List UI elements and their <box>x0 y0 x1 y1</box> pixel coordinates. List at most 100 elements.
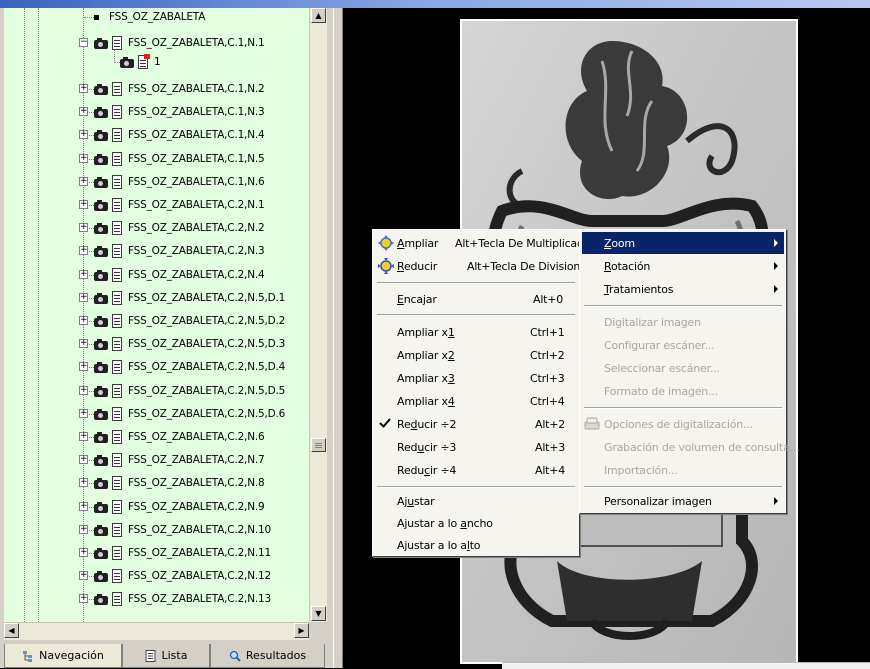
tree-node[interactable]: FSS_OZ_ZABALETA,C.2,N.5,D.1 <box>94 287 285 309</box>
tree-node[interactable]: FSS_OZ_ZABALETA,C.1,N.2 <box>94 78 265 100</box>
menu-item-formato-imagen[interactable]: Formato de imagen... <box>582 380 784 402</box>
expand-toggle[interactable]: + <box>79 154 88 163</box>
expand-toggle[interactable]: + <box>79 107 88 116</box>
collapse-toggle[interactable]: − <box>79 38 88 47</box>
document-icon <box>111 220 124 236</box>
menu-item-grabacion-volumen[interactable]: Grabación de volumen de consulta... <box>582 436 800 458</box>
menu-item-ampliar-x4[interactable]: Ampliar x4 Ctrl+4 <box>375 390 577 412</box>
tree-node[interactable]: FSS_OZ_ZABALETA,C.2,N.5,D.3 <box>94 333 285 355</box>
expand-toggle[interactable]: + <box>79 223 88 232</box>
tree-node[interactable]: FSS_OZ_ZABALETA,C.1,N.3 <box>94 101 265 123</box>
tree-node[interactable]: FSS_OZ_ZABALETA,C.2,N.13 <box>94 588 271 610</box>
submenu-arrow-icon <box>774 239 778 247</box>
menu-item-ampliar-x1[interactable]: Ampliar x1 Ctrl+1 <box>375 321 577 343</box>
tree-node[interactable]: FSS_OZ_ZABALETA,C.2,N.5,D.4 <box>94 356 285 378</box>
expand-toggle[interactable]: + <box>79 409 88 418</box>
expand-toggle[interactable]: + <box>79 362 88 371</box>
panel-splitter[interactable] <box>333 8 343 668</box>
panel-tabs: Navegación Lista Resultados <box>0 644 333 668</box>
tree-horizontal-scrollbar[interactable]: ◀ ▶ <box>4 622 309 640</box>
tree-node[interactable]: FSS_OZ_ZABALETA,C.2,N.10 <box>94 519 271 541</box>
menu-item-encajar[interactable]: Encajar Alt+0 <box>375 288 577 310</box>
expand-toggle[interactable]: + <box>79 548 88 557</box>
scroll-left-button[interactable]: ◀ <box>4 623 19 638</box>
menu-item-ajustar-alto[interactable]: Ajustar a lo alto <box>375 534 577 556</box>
menu-item-zoom[interactable]: Zoom <box>582 232 784 254</box>
tree-node[interactable]: FSS_OZ_ZABALETA,C.2,N.3 <box>94 240 265 262</box>
expand-toggle[interactable]: + <box>79 270 88 279</box>
menu-item-tratamientos[interactable]: Tratamientos <box>582 278 784 300</box>
context-menu: Zoom Rotación Tratamientos Digitalizar i… <box>579 229 800 514</box>
expand-toggle[interactable]: + <box>79 455 88 464</box>
menu-item-reducir-3[interactable]: Reducir ÷3 Alt+3 <box>375 436 577 458</box>
menu-item-configurar-escaner[interactable]: Configurar escáner... <box>582 334 784 356</box>
tree-node-label: FSS_OZ_ZABALETA,C.2,N.12 <box>128 570 271 582</box>
menu-item-seleccionar-escaner[interactable]: Seleccionar escáner... <box>582 357 784 379</box>
expand-toggle[interactable]: + <box>79 386 88 395</box>
expand-toggle[interactable]: + <box>79 339 88 348</box>
scroll-thumb[interactable] <box>311 438 326 452</box>
expand-toggle[interactable]: + <box>79 316 88 325</box>
expand-toggle[interactable]: + <box>79 594 88 603</box>
tab-label: Resultados <box>245 649 307 662</box>
expand-toggle[interactable]: + <box>79 432 88 441</box>
expand-toggle[interactable]: + <box>79 200 88 209</box>
tree-node[interactable]: FSS_OZ_ZABALETA,C.2,N.7 <box>94 449 265 471</box>
tree-node-root[interactable]: FSS_OZ_ZABALETA <box>94 8 205 28</box>
tree-node[interactable]: FSS_OZ_ZABALETA,C.2,N.1 <box>94 194 265 216</box>
tree-node[interactable]: FSS_OZ_ZABALETA,C.2,N.5,D.5 <box>94 380 285 402</box>
camera-icon <box>94 106 109 118</box>
expand-toggle[interactable]: + <box>79 246 88 255</box>
tree-node[interactable]: FSS_OZ_ZABALETA,C.1,N.6 <box>94 171 265 193</box>
scroll-down-button[interactable]: ▼ <box>311 606 326 621</box>
tree-node[interactable]: FSS_OZ_ZABALETA,C.2,N.8 <box>94 472 265 494</box>
tree-node[interactable]: FSS_OZ_ZABALETA,C.2,N.2 <box>94 217 265 239</box>
expand-toggle[interactable]: + <box>79 525 88 534</box>
expand-toggle[interactable]: + <box>79 571 88 580</box>
tab-navegacion[interactable]: Navegación <box>4 644 122 668</box>
expand-toggle[interactable]: + <box>79 84 88 93</box>
menu-item-ampliar-x2[interactable]: Ampliar x2 Ctrl+2 <box>375 344 577 366</box>
scroll-right-button[interactable]: ▶ <box>294 623 309 638</box>
tab-resultados[interactable]: Resultados <box>210 644 325 668</box>
menu-item-ajustar[interactable]: Ajustar <box>375 490 577 512</box>
document-tree[interactable]: FSS_OZ_ZABALETA − FSS_OZ_ZABALETA,C.1,N.… <box>4 8 309 622</box>
tree-node[interactable]: FSS_OZ_ZABALETA,C.2,N.5,D.2 <box>94 310 285 332</box>
tree-node[interactable]: FSS_OZ_ZABALETA,C.2,N.4 <box>94 264 265 286</box>
tree-node[interactable]: FSS_OZ_ZABALETA,C.2,N.6 <box>94 426 265 448</box>
expand-toggle[interactable]: + <box>79 130 88 139</box>
expand-toggle[interactable]: + <box>79 502 88 511</box>
tree-guide-line <box>24 8 25 622</box>
tree-node[interactable]: FSS_OZ_ZABALETA,C.2,N.11 <box>94 542 271 564</box>
tree-vertical-scrollbar[interactable]: ▲ ▼ <box>309 8 327 622</box>
document-icon <box>111 104 124 120</box>
tree-node[interactable]: FSS_OZ_ZABALETA,C.2,N.5,D.6 <box>94 403 285 425</box>
list-icon <box>145 649 157 662</box>
tree-node-label: FSS_OZ_ZABALETA,C.2,N.9 <box>128 501 265 513</box>
menu-item-importacion[interactable]: Importación... <box>582 459 784 481</box>
scroll-up-button[interactable]: ▲ <box>311 8 326 23</box>
tree-node[interactable]: FSS_OZ_ZABALETA,C.2,N.12 <box>94 565 271 587</box>
menu-item-ajustar-ancho[interactable]: Ajustar a lo ancho <box>375 512 577 534</box>
tree-node-label: FSS_OZ_ZABALETA,C.2,N.5,D.1 <box>128 292 286 304</box>
tree-node[interactable]: FSS_OZ_ZABALETA,C.1,N.5 <box>94 148 265 170</box>
menu-item-personalizar-imagen[interactable]: Personalizar imagen <box>582 490 784 512</box>
menu-item-digitalizar[interactable]: Digitalizar imagen <box>582 311 784 333</box>
tree-node-page[interactable]: 1 <box>120 51 161 73</box>
tree-node[interactable]: FSS_OZ_ZABALETA,C.1,N.4 <box>94 124 265 146</box>
bullet-icon <box>94 14 99 20</box>
menu-item-ampliar[interactable]: Ampliar Alt+Tecla De Multiplicacion <box>375 232 599 254</box>
menu-item-rotacion[interactable]: Rotación <box>582 255 784 277</box>
menu-item-reducir-2[interactable]: Reducir ÷2 Alt+2 <box>375 413 577 435</box>
expand-toggle[interactable]: + <box>79 177 88 186</box>
tab-lista[interactable]: Lista <box>122 644 210 668</box>
menu-item-opciones-digitalizacion[interactable]: Opciones de digitalización... <box>582 413 784 435</box>
menu-item-reducir[interactable]: Reducir Alt+Tecla De Division <box>375 255 580 277</box>
expand-toggle[interactable]: + <box>79 293 88 302</box>
tab-label: Navegación <box>39 649 104 662</box>
expand-toggle[interactable]: + <box>79 478 88 487</box>
camera-icon <box>94 361 109 373</box>
menu-item-reducir-4[interactable]: Reducir ÷4 Alt+4 <box>375 459 577 481</box>
tree-node[interactable]: FSS_OZ_ZABALETA,C.2,N.9 <box>94 496 265 518</box>
menu-item-ampliar-x3[interactable]: Ampliar x3 Ctrl+3 <box>375 367 577 389</box>
